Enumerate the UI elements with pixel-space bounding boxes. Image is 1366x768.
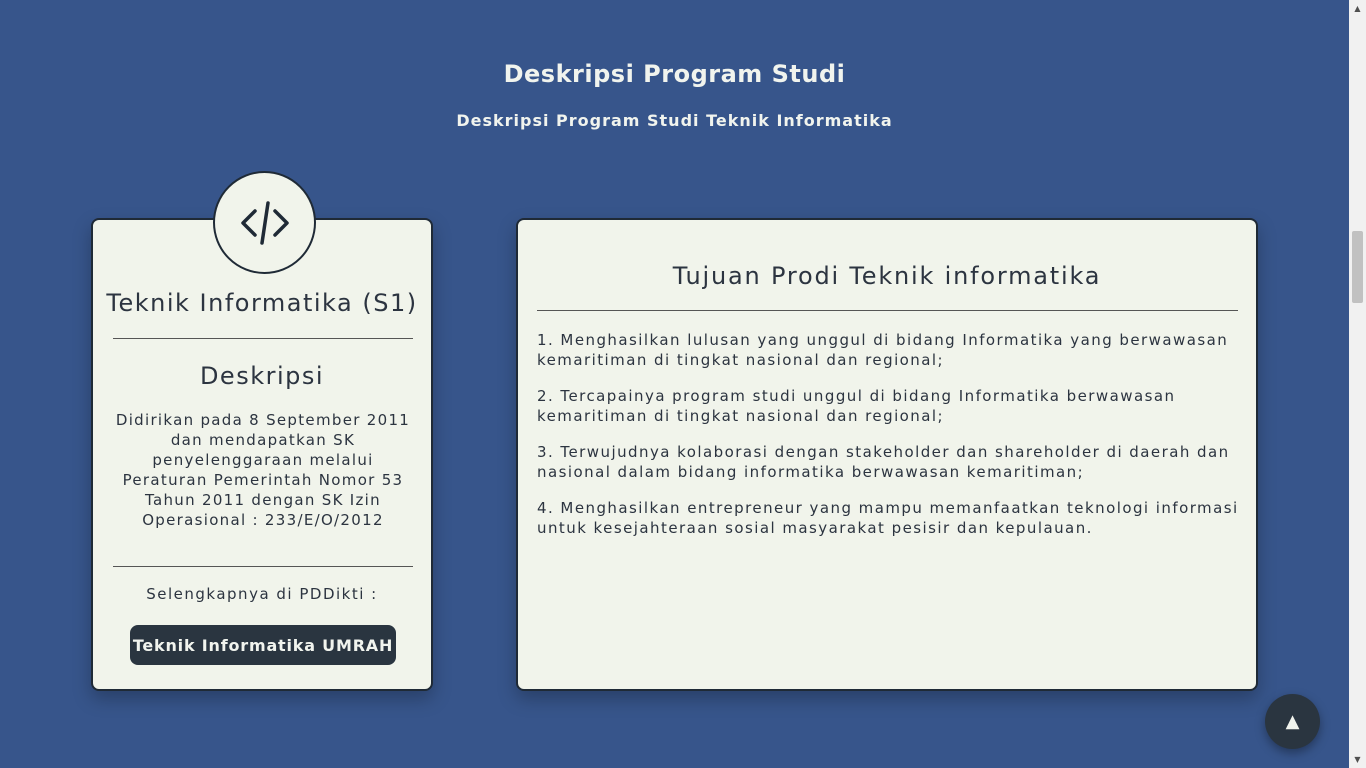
goal-item: 2. Tercapainya program studi unggul di b… (537, 387, 1176, 425)
divider (113, 566, 413, 567)
scrollbar-thumb[interactable] (1352, 231, 1363, 303)
description-text: Didirikan pada 8 September 2011 dan mend… (115, 411, 411, 529)
pddikti-label: Selengkapnya di PDDikti : (146, 585, 378, 603)
program-name: Teknik Informatika (S1) (106, 289, 418, 317)
program-card: Teknik Informatika (S1) Deskripsi Didiri… (91, 171, 433, 691)
goal-item: 1. Menghasilkan lulusan yang unggul di b… (537, 331, 1229, 369)
page: Deskripsi Program Studi Deskripsi Progra… (0, 0, 1349, 768)
scroll-up-icon[interactable]: ▲ (1349, 0, 1366, 17)
scroll-down-icon[interactable]: ▼ (1349, 751, 1366, 768)
goals-title: Tujuan Prodi Teknik informatika (672, 262, 1102, 290)
code-icon (213, 171, 316, 274)
goals-card: Tujuan Prodi Teknik informatika 1. Mengh… (516, 218, 1258, 691)
goal-item: 3. Terwujudnya kolaborasi dengan stakeho… (537, 443, 1230, 481)
goal-item: 4. Menghasilkan entrepreneur yang mampu … (537, 499, 1239, 537)
divider (537, 310, 1238, 311)
goals-list: 1. Menghasilkan lulusan yang unggul di b… (537, 330, 1242, 554)
vertical-scrollbar[interactable]: ▲ ▼ (1349, 0, 1366, 768)
pddikti-link-button[interactable]: Teknik Informatika UMRAH (130, 625, 396, 665)
arrow-up-icon: ▲ (1285, 711, 1300, 732)
section-title: Deskripsi Program Studi (503, 60, 846, 88)
description-title: Deskripsi (199, 362, 325, 390)
divider (113, 338, 413, 339)
back-to-top-button[interactable]: ▲ (1265, 694, 1320, 749)
section-subtitle: Deskripsi Program Studi Teknik Informati… (456, 111, 893, 130)
